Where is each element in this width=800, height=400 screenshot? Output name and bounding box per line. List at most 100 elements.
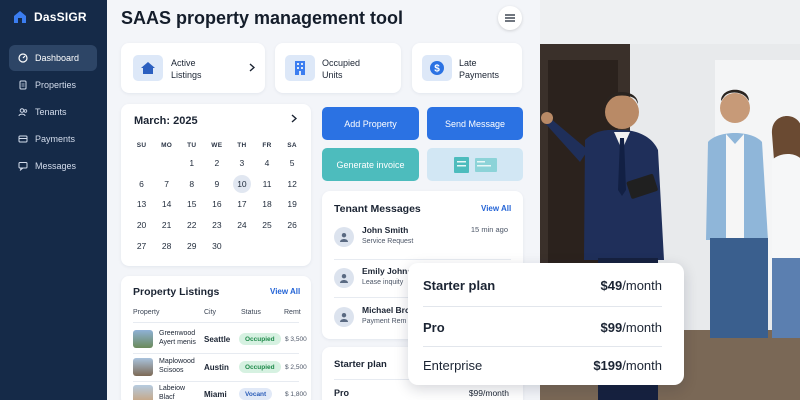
building-icon [285,55,315,81]
calendar-day-number: 18 [262,199,272,210]
property-rent: $ 1,800 [285,391,307,398]
avatar-icon [334,227,354,247]
table-row[interactable]: Greenwood Ayert menis Seattle Occupied $… [121,328,311,352]
calendar-day[interactable]: 10 [229,174,254,195]
table-row[interactable]: Labeiow Blacf Miami Vocant $ 1,800 [121,383,311,400]
users-icon [18,107,28,117]
pricing-plan-pro[interactable]: Pro $99/month [423,308,662,346]
sidebar-item-properties[interactable]: Properties [9,72,97,98]
weekday-label: FR [262,141,272,149]
calendar-day-number: 14 [161,199,172,210]
calendar-day[interactable]: 13 [129,194,154,215]
sidebar-item-dashboard[interactable]: Dashboard [9,45,97,71]
calendar-day[interactable]: 15 [179,194,204,215]
plan-price: $199/month [593,357,662,373]
calendar-day-number: 9 [214,178,220,189]
calendar-day[interactable]: 16 [204,194,229,215]
property-thumbnail [133,330,153,348]
view-all-link[interactable]: View All [270,287,300,296]
calendar-day[interactable]: 8 [179,174,204,195]
sidebar-item-label: Messages [35,161,77,171]
calendar-day[interactable]: 28 [154,235,179,256]
view-all-link[interactable]: View All [481,204,511,213]
weekday-label: TU [187,141,197,149]
stat-card-late-payments[interactable]: $ Late Payments [412,43,522,93]
column-header: Status [241,309,261,316]
calendar-day[interactable]: 20 [129,215,154,236]
plan-name: Starter plan [334,359,387,370]
property-thumbnail [133,385,153,400]
calendar-day[interactable]: 21 [154,215,179,236]
sidebar-item-label: Properties [35,80,77,90]
calendar-day[interactable]: 9 [204,174,229,195]
calendar-day[interactable]: 14 [154,194,179,215]
calendar-day[interactable]: 7 [154,174,179,195]
send-message-button[interactable]: Send Message [427,107,523,140]
plan-name: Enterprise [423,357,483,373]
calendar-day[interactable]: 26 [280,215,305,236]
plan-name: Pro [423,319,445,335]
calendar-day[interactable]: 22 [179,215,204,236]
stat-card-active-listings[interactable]: Active Listings [121,43,265,93]
plan-price: $99/month [600,319,662,335]
svg-text:$: $ [434,64,440,75]
calendar-day[interactable]: 1 [179,153,204,174]
calendar-day[interactable]: 24 [229,215,254,236]
invoice-illustration [427,148,523,181]
status-badge: Occupied [239,361,281,373]
pricing-plan-enterprise[interactable]: Enterprise $199/month [423,346,662,384]
property-thumbnail [133,358,153,376]
calendar-day[interactable]: 2 [204,153,229,174]
pricing-plan-starter[interactable]: Starter plan $49/month [423,266,662,304]
calendar-day-number: 8 [189,178,195,189]
message-item[interactable]: John Smith Service Request 15 min ago [322,222,522,258]
calendar-day[interactable]: 18 [254,194,279,215]
message-subject: Lease inquity [362,279,404,286]
table-row[interactable]: Maplowood Scisoos Austin Occupied $ 2,50… [121,356,311,380]
dollar-icon: $ [422,55,452,81]
calendar-day[interactable]: 12 [280,174,305,195]
calendar-day[interactable]: 23 [204,215,229,236]
calendar-day-number: 11 [262,178,272,189]
calendar-day[interactable]: 29 [179,235,204,256]
stat-card-occupied-units[interactable]: Occupied Units [275,43,401,93]
calendar-day[interactable]: 19 [280,194,305,215]
sidebar-item-label: Dashboard [35,53,80,63]
calendar-empty [154,153,179,174]
calendar-day[interactable]: 25 [254,215,279,236]
calendar-day-number: 23 [212,220,222,231]
menu-button[interactable] [498,6,522,30]
sidebar-item-payments[interactable]: Payments [9,126,97,152]
calendar-day[interactable]: 17 [229,194,254,215]
divider [133,353,299,354]
status-badge: Occupied [239,333,281,345]
add-property-button[interactable]: Add Property [322,107,419,140]
sidebar-nav: Dashboard Properties Tenants Payments Me… [9,45,97,180]
brand-logo[interactable]: DasSIGR [12,9,87,25]
calendar-day[interactable]: 3 [229,153,254,174]
sidebar-item-messages[interactable]: Messages [9,153,97,179]
avatar-icon [334,268,354,288]
calendar-day[interactable]: 11 [254,174,279,195]
chevron-right-icon[interactable] [291,114,297,123]
sidebar-item-label: Payments [35,134,76,144]
property-listings-card: Property Listings View All Property City… [121,276,311,400]
calendar-day[interactable]: 4 [254,153,279,174]
property-city: Seattle [204,335,231,344]
brand-name: DasSIGR [34,10,87,24]
property-city: Austin [204,363,229,372]
calendar-empty [129,153,154,174]
calendar-card: March: 2025 SU MO TU WE TH FR SA 1 2 3 4 5 6 7 8 9 10 11 1… [121,104,311,266]
calendar-day[interactable]: 27 [129,235,154,256]
calendar-day[interactable]: 6 [129,174,154,195]
chat-icon [18,161,28,171]
weekday-label: MO [161,141,173,149]
divider [133,381,299,382]
calendar-day[interactable]: 30 [204,235,229,256]
calendar-day[interactable]: 5 [280,153,305,174]
sidebar-item-tenants[interactable]: Tenants [9,99,97,125]
property-rent: $ 3,500 [285,336,307,343]
generate-invoice-button[interactable]: Generate invoice [322,148,419,181]
sidebar-item-label: Tenants [35,107,67,117]
plan-price: $99/month [468,388,509,398]
